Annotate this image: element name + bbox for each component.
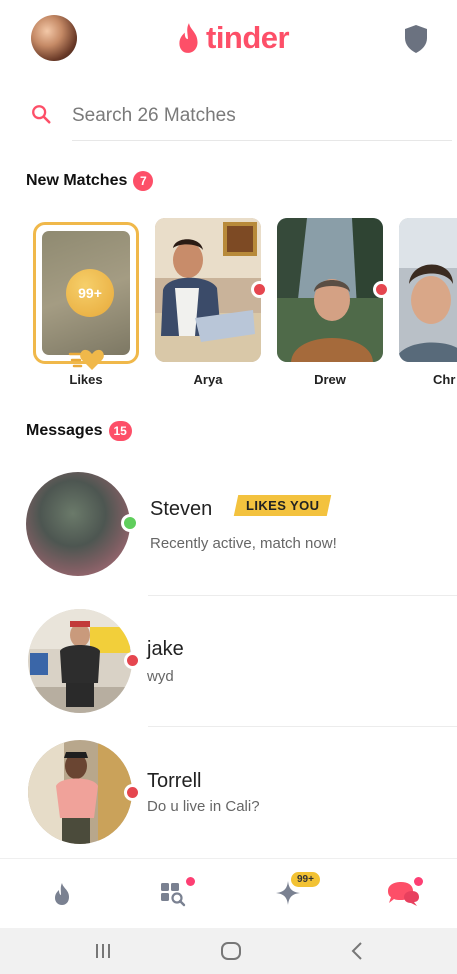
gold-count-badge: 99+ bbox=[291, 872, 320, 887]
likes-you-badge: LIKES YOU bbox=[233, 495, 332, 516]
new-matches-count-badge: 7 bbox=[133, 171, 154, 191]
match-photo bbox=[277, 218, 383, 362]
search-input[interactable] bbox=[72, 96, 425, 136]
bottom-tab-bar bbox=[0, 858, 457, 928]
match-photo bbox=[155, 218, 261, 362]
message-row[interactable]: Steven Recently active, match now! bbox=[0, 462, 457, 596]
message-contact-name: Torrell bbox=[147, 770, 202, 792]
system-nav-bar bbox=[0, 928, 457, 974]
online-status-dot bbox=[121, 514, 139, 532]
profile-avatar[interactable] bbox=[31, 15, 77, 61]
home-button[interactable] bbox=[216, 938, 246, 964]
online-status-dot bbox=[251, 281, 268, 298]
message-row[interactable]: jake wyd bbox=[0, 596, 457, 727]
tab-discover[interactable] bbox=[44, 875, 80, 911]
flame-icon bbox=[179, 23, 198, 53]
message-avatar bbox=[28, 609, 132, 713]
match-card[interactable]: Drew bbox=[277, 218, 390, 387]
message-avatar bbox=[26, 472, 130, 576]
explore-notification-dot bbox=[186, 877, 195, 886]
recents-button[interactable] bbox=[88, 938, 118, 964]
search-underline bbox=[72, 140, 452, 141]
match-name: Drew bbox=[314, 372, 346, 387]
brand-name: tinder bbox=[206, 20, 290, 55]
new-matches-title: New Matches bbox=[26, 172, 128, 189]
match-card[interactable]: Chr bbox=[399, 218, 457, 387]
message-contact-name: Steven bbox=[150, 498, 213, 520]
messages-count-badge: 15 bbox=[108, 421, 132, 441]
message-row[interactable]: Torrell Do u live in Cali? bbox=[0, 726, 457, 858]
shield-icon[interactable] bbox=[403, 24, 429, 54]
messages-heading: Messages 15 bbox=[26, 421, 132, 441]
online-status-dot bbox=[124, 652, 141, 669]
message-contact-name: jake bbox=[147, 638, 184, 660]
home-icon bbox=[221, 942, 241, 960]
gold-heart-icon bbox=[68, 349, 104, 370]
likes-label: Likes bbox=[69, 372, 103, 387]
message-preview: wyd bbox=[147, 668, 174, 685]
chat-notification-dot bbox=[414, 877, 423, 886]
flame-icon bbox=[55, 883, 69, 905]
match-photo bbox=[399, 218, 457, 362]
messages-title: Messages bbox=[26, 422, 103, 439]
search-bar bbox=[30, 96, 452, 142]
back-button[interactable] bbox=[342, 938, 372, 964]
recents-icon bbox=[96, 944, 110, 958]
message-avatar bbox=[28, 740, 132, 844]
message-preview: Recently active, match now! bbox=[150, 535, 337, 552]
new-matches-heading: New Matches 7 bbox=[26, 171, 154, 191]
message-preview: Do u live in Cali? bbox=[147, 798, 260, 815]
top-header: tinder bbox=[0, 0, 457, 80]
match-name: Chr bbox=[433, 372, 456, 387]
tinder-logo: tinder bbox=[176, 18, 290, 58]
match-card[interactable]: Arya bbox=[155, 218, 268, 387]
online-status-dot bbox=[373, 281, 390, 298]
online-status-dot bbox=[124, 784, 141, 801]
search-icon bbox=[32, 105, 51, 124]
likes-blurred-preview: 99+ bbox=[42, 231, 130, 355]
likes-count-badge: 99+ bbox=[66, 269, 114, 317]
back-icon bbox=[351, 942, 362, 960]
match-name: Arya bbox=[193, 372, 223, 387]
new-matches-carousel[interactable]: 99+ Likes Arya Drew Chr bbox=[0, 218, 457, 398]
likes-card[interactable]: 99+ bbox=[33, 222, 139, 364]
